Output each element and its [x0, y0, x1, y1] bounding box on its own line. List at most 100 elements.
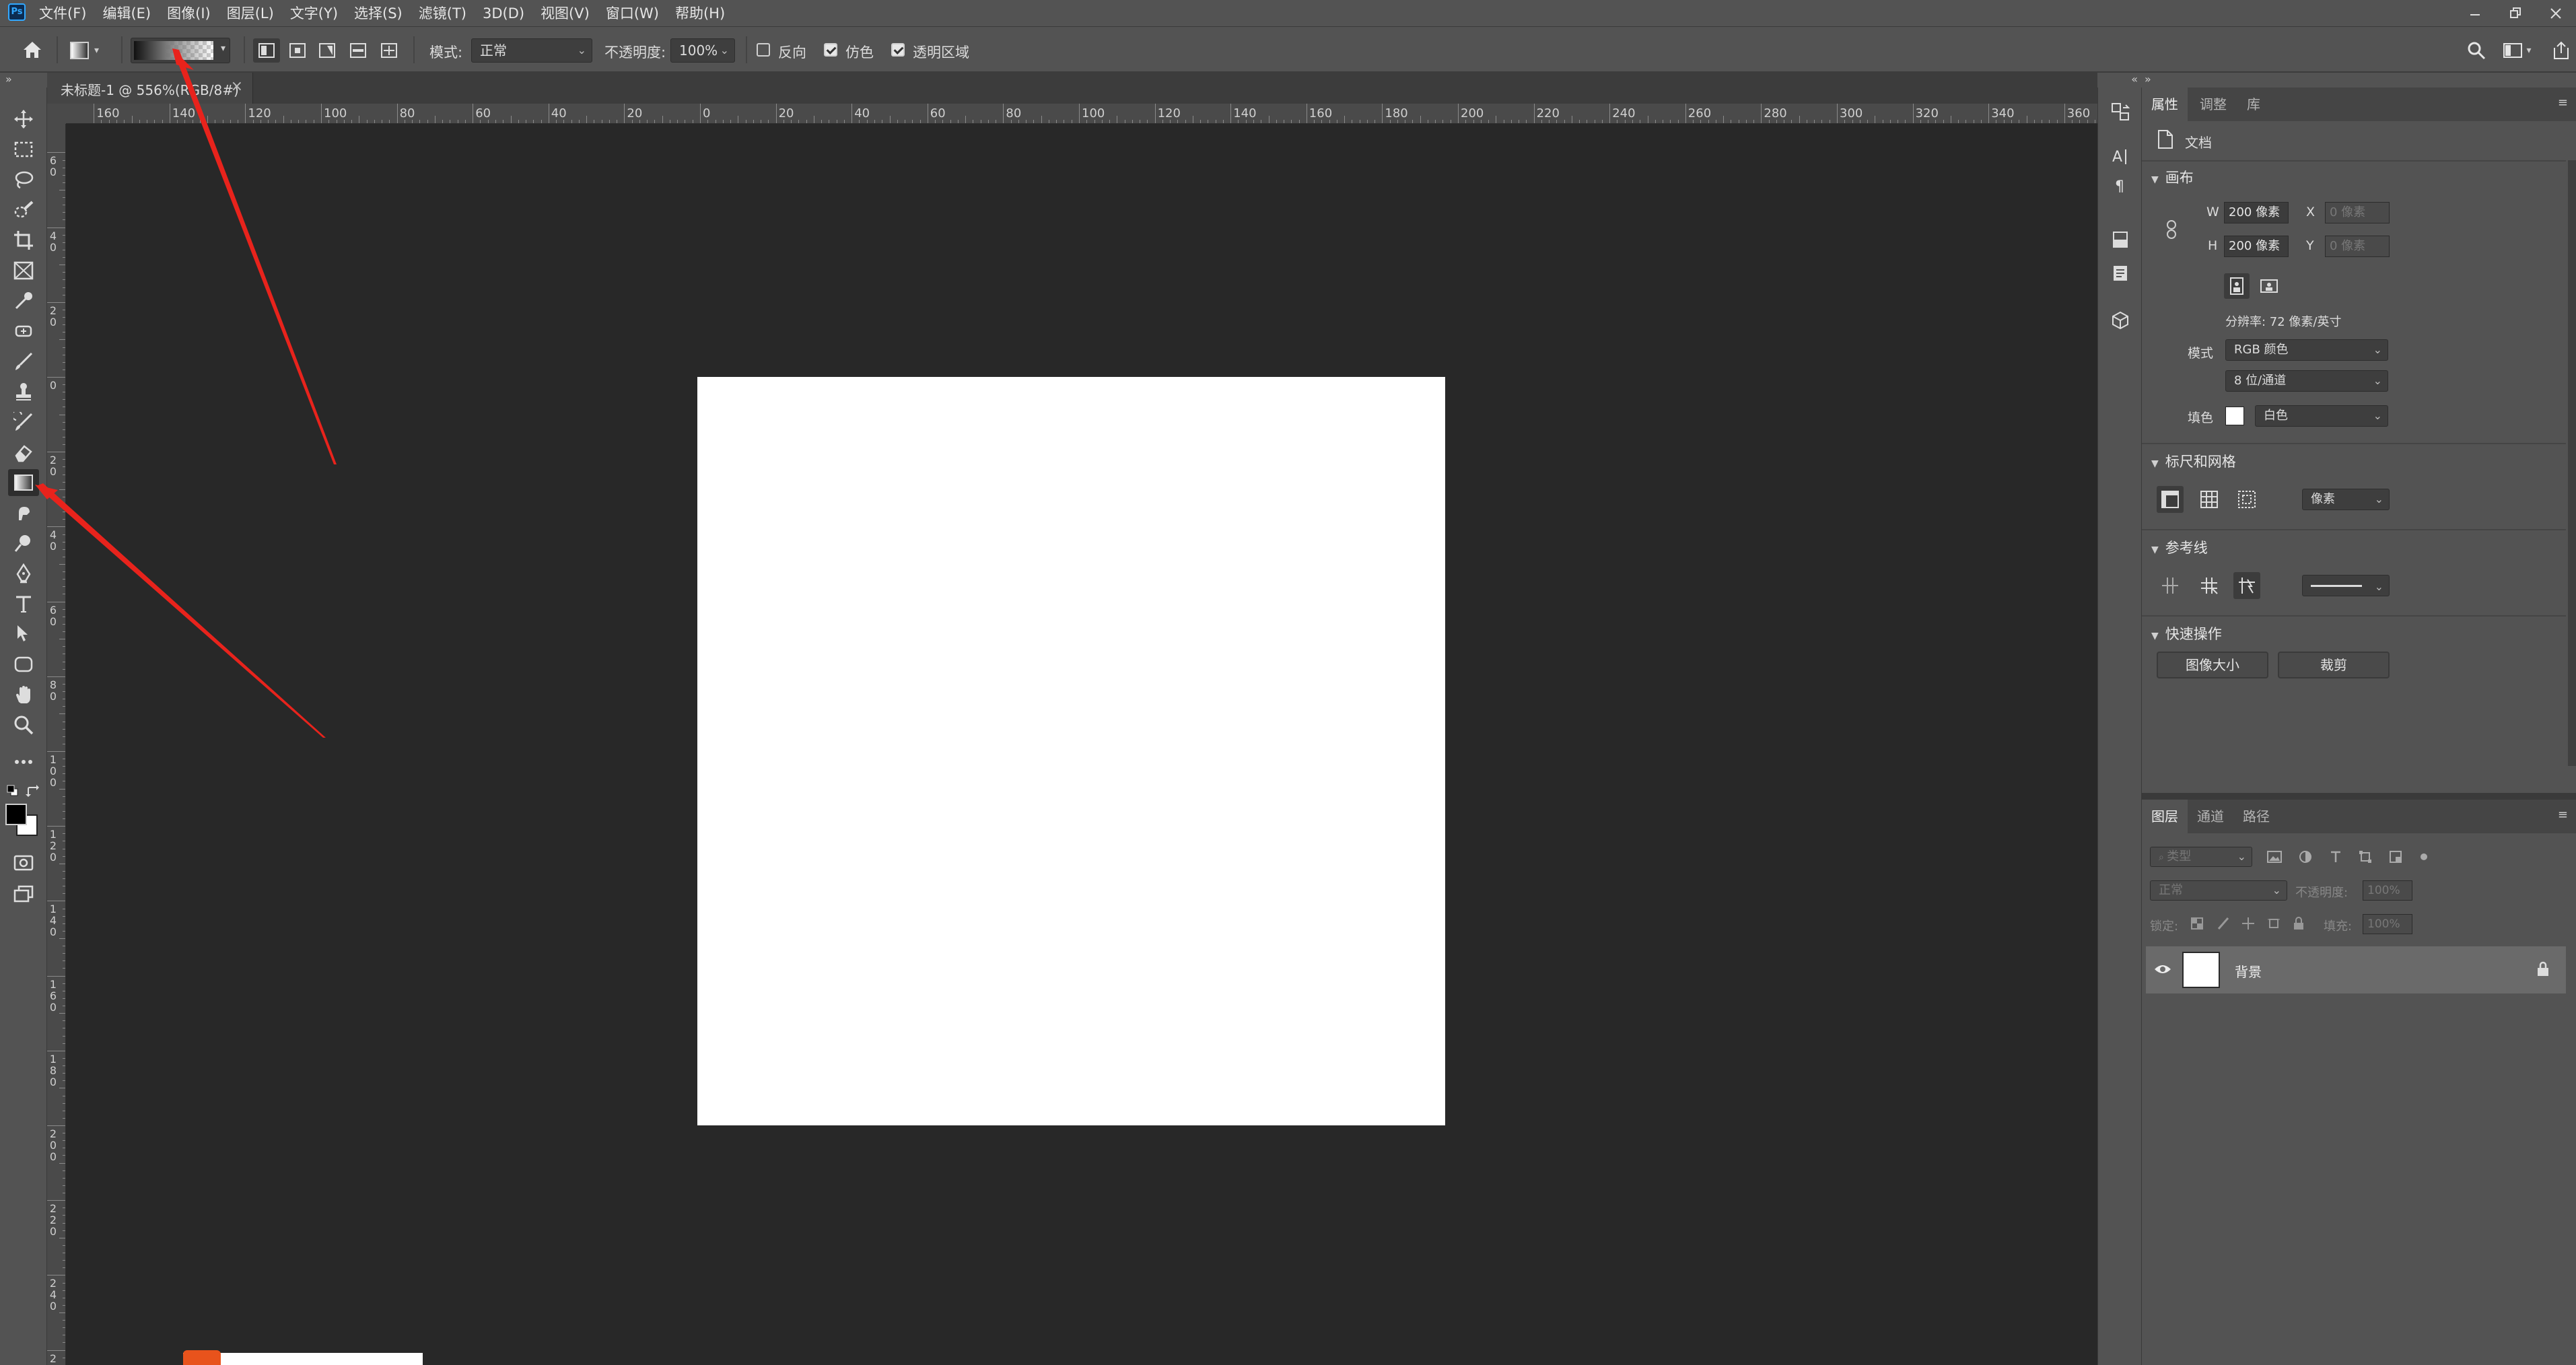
layer-filter-value: 类型 — [2167, 849, 2192, 864]
quick-actions-section-header[interactable]: ▼ 快速操作 — [2151, 623, 2222, 643]
adjustment-layer-filter-icon[interactable] — [2299, 850, 2312, 864]
toggle-pixel-grid-button[interactable] — [2233, 486, 2260, 513]
layer-filter-dropdown[interactable]: ⌕ 类型 ⌄ — [2150, 847, 2252, 867]
crop-button[interactable]: 裁剪 — [2278, 652, 2390, 678]
properties-panel-tabs: 属性 调整 库 ≡ — [2142, 88, 2576, 121]
fill-color-swatch[interactable] — [2225, 407, 2244, 425]
bit-depth-value: 8 位/通道 — [2234, 374, 2287, 388]
history-panel-button[interactable] — [2107, 98, 2134, 125]
ruler-icon — [2161, 491, 2179, 508]
guide-style-dropdown[interactable]: ⌄ — [2302, 575, 2390, 596]
right-panel-dock: » 属性 调整 库 ≡ 文档 ▼ 画布 W 200 像素 X 0 像素 H 200… — [2142, 73, 2576, 1365]
properties-scrollbar[interactable] — [2568, 160, 2576, 766]
fill-color-label: 填色 — [2188, 411, 2214, 425]
fill-label: 填充: — [2324, 919, 2353, 934]
guides-toggle-button[interactable] — [2157, 572, 2184, 599]
layer-row-background[interactable]: 背景 — [2146, 946, 2566, 993]
chevron-down-icon: ▼ — [2151, 174, 2159, 185]
3d-panel-button[interactable] — [2107, 307, 2134, 334]
notes-panel-button[interactable] — [2107, 260, 2134, 287]
landscape-orientation-button[interactable] — [2256, 273, 2282, 299]
chevron-down-icon: ▼ — [2151, 631, 2159, 641]
lock-image-pixels-icon[interactable] — [2216, 917, 2229, 930]
layer-filter-buttons — [2267, 847, 2429, 867]
libraries-icon — [2113, 232, 2128, 248]
doc-type-label: 文档 — [2185, 135, 2212, 151]
portrait-orientation-button[interactable] — [2224, 273, 2250, 299]
eye-icon[interactable] — [2154, 963, 2171, 976]
chevron-down-icon: ⌄ — [2373, 343, 2382, 356]
smart-object-filter-icon[interactable] — [2389, 850, 2402, 864]
annotation-arrow-to-gradient-picker — [172, 48, 337, 464]
panel-menu-icon[interactable]: ≡ — [2558, 96, 2568, 110]
pixel-grid-icon — [2238, 491, 2256, 508]
guides-icon — [2162, 578, 2178, 594]
layer-opacity-label: 不透明度: — [2295, 886, 2348, 900]
link-dimensions-button[interactable] — [2165, 219, 2178, 240]
layer-opacity-input[interactable]: 100% — [2363, 880, 2412, 901]
rulers-grid-section-header[interactable]: ▼ 标尺和网格 — [2151, 451, 2236, 471]
y-input[interactable]: 0 像素 — [2325, 236, 2390, 257]
libraries-panel-button[interactable] — [2107, 226, 2134, 253]
tab-channels[interactable]: 通道 — [2197, 800, 2224, 833]
height-input[interactable]: 200 像素 — [2224, 236, 2289, 257]
tab-layers[interactable]: 图层 — [2142, 800, 2188, 833]
lock-icon — [2538, 961, 2548, 976]
smart-guides-icon — [2239, 578, 2255, 594]
tab-properties[interactable]: 属性 — [2142, 88, 2188, 121]
tab-adjustments[interactable]: 调整 — [2200, 88, 2227, 121]
character-panel-button[interactable]: A — [2107, 143, 2134, 170]
pixel-layer-filter-icon[interactable] — [2267, 851, 2282, 863]
layer-fill-input[interactable]: 100% — [2363, 914, 2412, 934]
color-mode-value: RGB 颜色 — [2234, 343, 2289, 357]
fill-color-dropdown[interactable]: 白色 ⌄ — [2255, 405, 2388, 427]
chevron-down-icon: ⌄ — [2373, 409, 2382, 422]
chevron-down-icon: ▼ — [2151, 545, 2159, 555]
paragraph-panel-button[interactable]: ¶ — [2107, 172, 2134, 199]
rulers-grid-title: 标尺和网格 — [2165, 454, 2236, 470]
canvas-section-title: 画布 — [2165, 170, 2194, 186]
toggle-rulers-button[interactable] — [2157, 486, 2184, 513]
layers-panel-tabs: 图层 通道 路径 ≡ — [2142, 800, 2576, 833]
chevron-down-icon: ⌄ — [2237, 850, 2246, 863]
ruler-units-dropdown[interactable]: 像素 ⌄ — [2302, 489, 2390, 510]
lock-position-icon[interactable] — [2241, 917, 2255, 930]
width-input[interactable]: 200 像素 — [2224, 202, 2289, 223]
paragraph-icon: ¶ — [2115, 178, 2124, 195]
toggle-grid-button[interactable] — [2196, 486, 2223, 513]
annotation-arrow-to-gradient-tool — [36, 483, 326, 738]
lock-label: 锁定: — [2150, 919, 2179, 934]
type-layer-filter-icon[interactable] — [2329, 850, 2342, 864]
tab-paths[interactable]: 路径 — [2243, 800, 2270, 833]
layer-thumbnail — [2182, 952, 2220, 988]
panel-menu-icon[interactable]: ≡ — [2558, 808, 2568, 822]
lock-buttons — [2190, 915, 2305, 932]
dock-collapse-bar[interactable]: » — [2142, 73, 2576, 88]
quick-actions-title: 快速操作 — [2165, 626, 2222, 642]
double-chevron-icon: « — [2131, 73, 2138, 85]
tab-libraries[interactable]: 库 — [2247, 88, 2260, 121]
y-label: Y — [2306, 238, 2314, 253]
x-label: X — [2306, 205, 2316, 219]
color-mode-dropdown[interactable]: RGB 颜色 ⌄ — [2225, 339, 2388, 361]
x-input[interactable]: 0 像素 — [2325, 202, 2390, 223]
notes-icon — [2114, 266, 2127, 281]
guides-section-header[interactable]: ▼ 参考线 — [2151, 537, 2208, 557]
filter-toggle-icon[interactable] — [2419, 852, 2429, 862]
image-size-button[interactable]: 图像大小 — [2157, 652, 2268, 678]
cube-icon — [2112, 311, 2128, 330]
canvas-section-header[interactable]: ▼ 画布 — [2151, 167, 2194, 187]
layer-name: 背景 — [2235, 964, 2262, 980]
bit-depth-dropdown[interactable]: 8 位/通道 ⌄ — [2225, 370, 2388, 392]
chevron-down-icon: ⌄ — [2374, 580, 2383, 593]
guide-layout-button[interactable] — [2196, 572, 2223, 599]
lock-transparent-pixels-icon[interactable] — [2190, 917, 2204, 930]
blend-mode-dropdown[interactable]: 正常 ⌄ — [2150, 880, 2287, 901]
search-icon: ⌕ — [2159, 852, 2167, 863]
lock-artboard-icon[interactable] — [2267, 917, 2281, 930]
guide-layout-icon — [2201, 578, 2218, 594]
shape-layer-filter-icon[interactable] — [2359, 850, 2372, 864]
panel-collapse-bar[interactable]: « — [2097, 73, 2142, 88]
smart-guides-button[interactable] — [2233, 572, 2260, 599]
lock-all-icon[interactable] — [2293, 917, 2305, 930]
